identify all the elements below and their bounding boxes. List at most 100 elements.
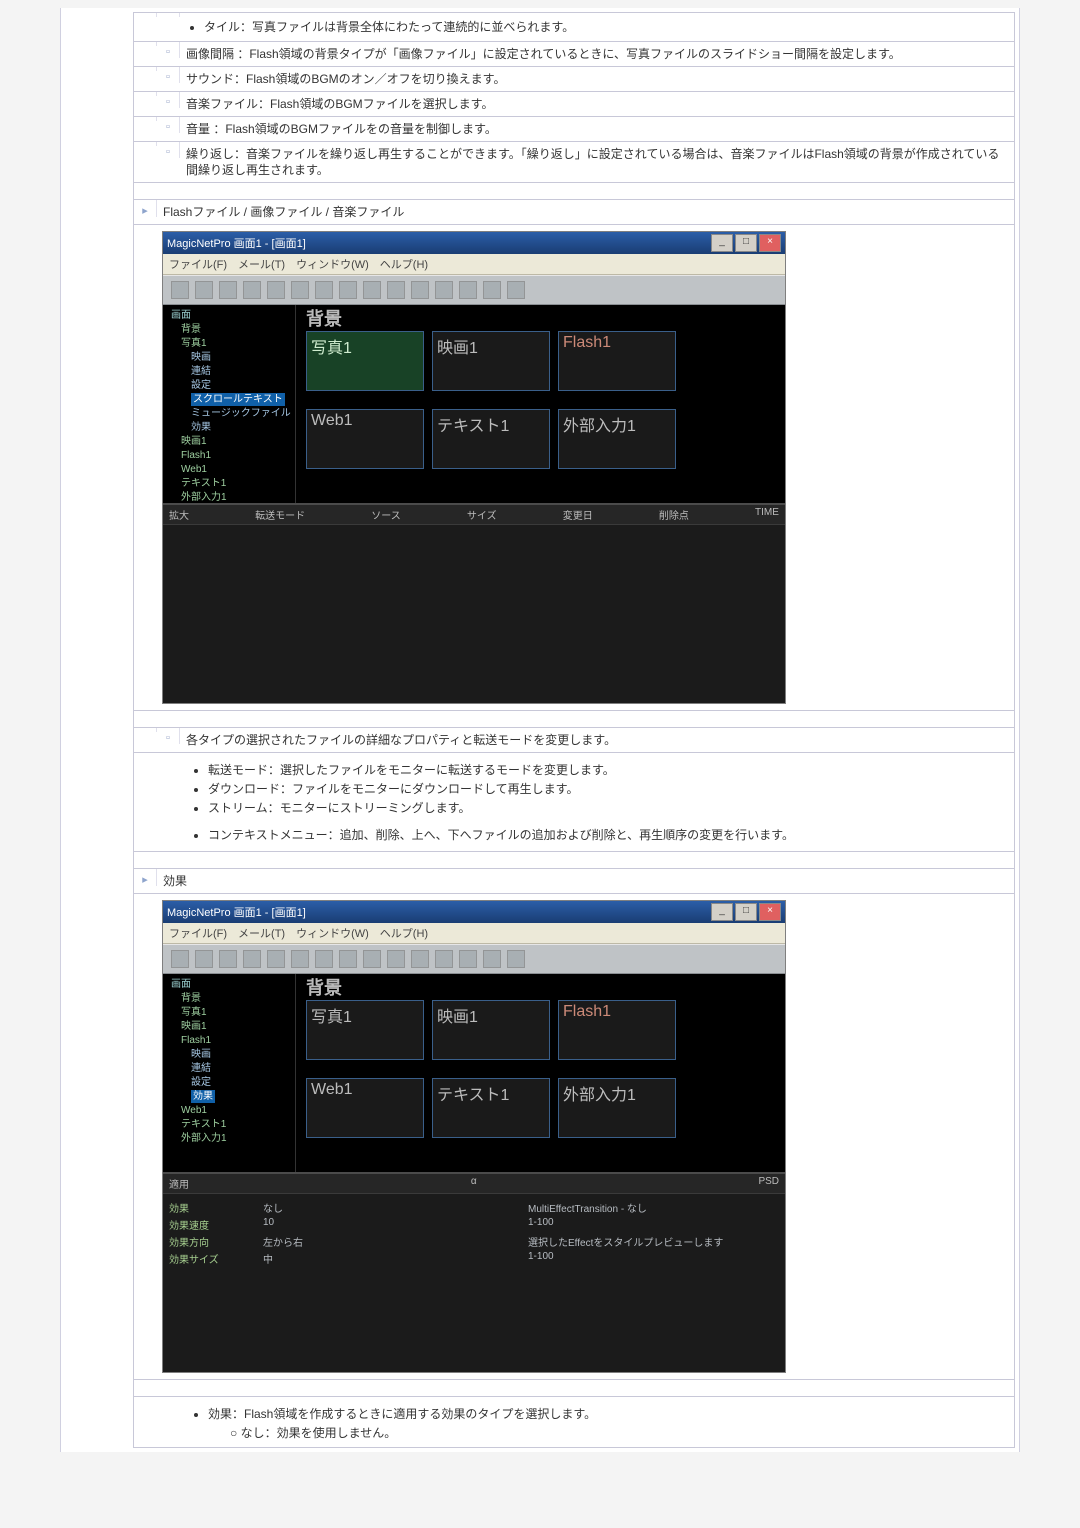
row-icon [157,728,180,744]
tree-item[interactable]: 外部入力1 [165,1132,293,1146]
slot-flash[interactable]: Flash1 [558,331,676,391]
tree-item[interactable]: Web1 [165,1104,293,1118]
minimize-button[interactable]: _ [711,903,733,921]
tool-icon[interactable] [291,950,309,968]
minimize-button[interactable]: _ [711,234,733,252]
maximize-button[interactable]: □ [735,903,757,921]
tool-icon[interactable] [219,950,237,968]
tree-item[interactable]: 設定 [165,379,293,393]
tool-icon[interactable] [435,950,453,968]
tool-icon[interactable] [435,281,453,299]
slot-web[interactable]: Web1 [306,409,424,469]
panel-label: 効果方向 [169,1234,249,1249]
panel-col: 変更日 [563,507,593,522]
intro-cell: タイル：写真ファイルは背景全体にわたって連続的に並べられます。 [180,13,1014,41]
row-icon [157,117,180,133]
tree-item[interactable]: 背景 [165,992,293,1006]
tree-item[interactable]: Flash1 [165,449,293,463]
effect-sub-bullet: ○ なし：効果を使用しません。 [230,1424,1008,1441]
maximize-button[interactable]: □ [735,234,757,252]
panel-desc: MultiEffectTransition - なし [528,1200,779,1215]
tree-item[interactable]: 映画1 [165,435,293,449]
tree-item[interactable]: テキスト1 [165,1118,293,1132]
slot-text[interactable]: テキスト1 [432,1078,550,1138]
slot-ext[interactable]: 外部入力1 [558,409,676,469]
slot-photo[interactable]: 写真1 [306,1000,424,1060]
tree-item[interactable]: 背景 [165,323,293,337]
desc-5: 繰り返し：音楽ファイルを繰り返し再生することができます。「繰り返し」に設定されて… [180,142,1014,182]
tool-icon[interactable] [483,281,501,299]
menubar[interactable]: ファイル(F) メール(T) ウィンドウ(W) ヘルプ(H) [163,923,785,944]
tool-icon[interactable] [507,950,525,968]
slot-photo[interactable]: 写真1 [306,331,424,391]
tool-icon[interactable] [339,281,357,299]
tool-icon[interactable] [387,950,405,968]
row-icon [157,67,180,83]
tree-item[interactable]: 連結 [165,1062,293,1076]
tool-icon[interactable] [243,281,261,299]
tree-item[interactable]: 映画 [165,1048,293,1062]
tree-item[interactable]: テキスト1 [165,477,293,491]
canvas-heading: 背景 [306,305,342,331]
row-below-shot1: 各タイプの選択されたファイルの詳細なプロパティと転送モードを変更します。 [133,728,1015,753]
tool-icon[interactable] [219,281,237,299]
panel-value: 中 [263,1251,514,1266]
tool-icon[interactable] [411,281,429,299]
tool-icon[interactable] [243,950,261,968]
tree-item[interactable]: Web1 [165,463,293,477]
tree-pane[interactable]: 画面 背景 写真1 映画1 Flash1 映画 連結 設定 効果 Web1 テキ… [163,974,296,1172]
topic-icon [134,869,157,886]
tool-icon[interactable] [315,281,333,299]
tool-icon[interactable] [267,950,285,968]
tree-item[interactable]: 映画1 [165,1020,293,1034]
tree-item[interactable]: 設定 [165,1076,293,1090]
tree-item-selected[interactable]: 効果 [191,1090,215,1103]
slot-text[interactable]: テキスト1 [432,409,550,469]
tree-root[interactable]: 画面 [165,978,293,992]
tree-item[interactable]: Flash1 [165,1034,293,1048]
toolbar [163,275,785,305]
tree-pane[interactable]: 画面 背景 写真1 映画 連結 設定 スクロールテキスト ミュージックファイル … [163,305,296,503]
tool-icon[interactable] [171,950,189,968]
tool-icon[interactable] [483,950,501,968]
tree-root[interactable]: 画面 [165,309,293,323]
menubar[interactable]: ファイル(F) メール(T) ウィンドウ(W) ヘルプ(H) [163,254,785,275]
tool-icon[interactable] [171,281,189,299]
tree-item[interactable]: 映画 [165,351,293,365]
tool-icon[interactable] [459,950,477,968]
panel-label: 効果サイズ [169,1251,249,1266]
titlebar: MagicNetPro 画面1 - [画面1] _ □ × [163,232,785,254]
close-button[interactable]: × [759,234,781,252]
panel-col: サイズ [467,507,497,522]
tree-item[interactable]: 効果 [165,421,293,435]
desc-row-5: 繰り返し：音楽ファイルを繰り返し再生することができます。「繰り返し」に設定されて… [133,142,1015,183]
slot-movie[interactable]: 映画1 [432,331,550,391]
close-button[interactable]: × [759,903,781,921]
slot-movie[interactable]: 映画1 [432,1000,550,1060]
slot-flash[interactable]: Flash1 [558,1000,676,1060]
tree-item[interactable]: 写真1 [165,337,293,351]
tool-icon[interactable] [315,950,333,968]
tool-icon[interactable] [387,281,405,299]
tool-icon[interactable] [507,281,525,299]
tool-icon[interactable] [195,281,213,299]
heading-files: Flashファイル / 画像ファイル / 音楽ファイル [157,200,1014,224]
bullet-download: ダウンロード：ファイルをモニターにダウンロードして再生します。 [208,780,1008,797]
slot-web[interactable]: Web1 [306,1078,424,1138]
tool-icon[interactable] [339,950,357,968]
tool-icon[interactable] [291,281,309,299]
bullet-stream: ストリーム：モニターにストリーミングします。 [208,799,1008,816]
lower-panel-2: 適用 α PSD 効果 なし MultiEffectTransition - な… [163,1172,785,1372]
tool-icon[interactable] [267,281,285,299]
slot-ext[interactable]: 外部入力1 [558,1078,676,1138]
tree-item[interactable]: ミュージックファイル [165,407,293,421]
tool-icon[interactable] [363,950,381,968]
tree-item[interactable]: 連結 [165,365,293,379]
tool-icon[interactable] [195,950,213,968]
tool-icon[interactable] [411,950,429,968]
tool-icon[interactable] [363,281,381,299]
tree-item[interactable]: 写真1 [165,1006,293,1020]
tool-icon[interactable] [459,281,477,299]
panel-label: 効果 [169,1200,249,1215]
tree-item-selected[interactable]: スクロールテキスト [191,393,285,406]
